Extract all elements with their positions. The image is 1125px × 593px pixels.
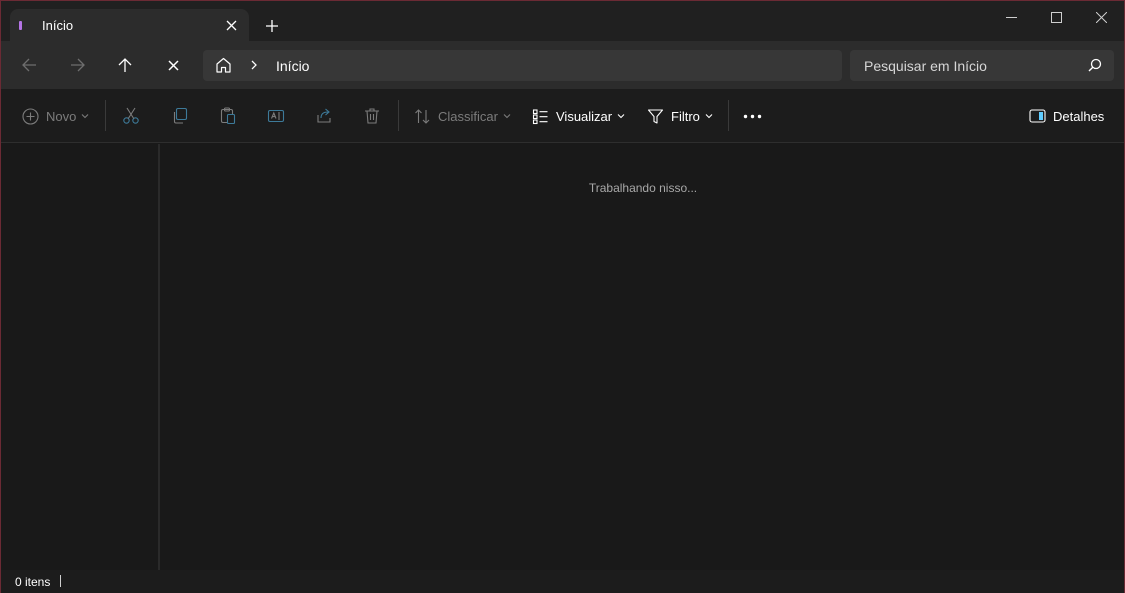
- filter-button-label: Filtro: [671, 108, 700, 124]
- sort-icon: [415, 108, 430, 124]
- loading-message: Trabalhando nisso...: [588, 181, 698, 195]
- copy-icon: [173, 107, 188, 124]
- status-divider: [60, 575, 61, 587]
- view-button-label: Visualizar: [556, 108, 613, 124]
- toolbar-divider: [398, 100, 399, 131]
- paste-icon: [220, 107, 236, 125]
- chevron-right-icon[interactable]: [250, 58, 258, 72]
- search-icon[interactable]: [1088, 58, 1102, 72]
- details-pane-button[interactable]: Detalhes: [1029, 101, 1104, 131]
- chevron-down-icon: [503, 114, 511, 119]
- minimize-icon: [1005, 16, 1017, 18]
- close-icon: [1095, 11, 1107, 23]
- title-bar: Início: [1, 1, 1124, 41]
- delete-button[interactable]: [363, 101, 381, 131]
- chevron-down-icon: [705, 114, 713, 119]
- filter-icon: [647, 108, 664, 124]
- plus-circle-icon: [22, 107, 39, 125]
- toolbar-divider: [728, 100, 729, 131]
- tab-close-button[interactable]: [219, 13, 243, 37]
- maximize-button[interactable]: [1033, 1, 1079, 33]
- navigation-pane[interactable]: [1, 144, 160, 570]
- search-box[interactable]: [850, 50, 1114, 81]
- trash-icon: [365, 108, 379, 124]
- paste-button[interactable]: [219, 101, 237, 131]
- toolbar-divider: [105, 100, 106, 131]
- minimize-button[interactable]: [988, 1, 1034, 33]
- rename-button[interactable]: [267, 101, 285, 131]
- arrow-right-icon: [70, 58, 85, 72]
- navigation-bar: Início: [1, 41, 1124, 89]
- plus-icon: [266, 20, 278, 32]
- cut-button[interactable]: [122, 101, 140, 131]
- home-icon[interactable]: [215, 57, 232, 73]
- more-icon: [743, 114, 762, 118]
- view-button[interactable]: Visualizar: [532, 101, 625, 131]
- new-button[interactable]: Novo: [22, 101, 89, 131]
- copy-button[interactable]: [171, 101, 189, 131]
- file-explorer-window: Início Início Pesquisar em Início Novo C…: [0, 0, 1125, 593]
- up-button[interactable]: [109, 49, 141, 81]
- close-window-button[interactable]: [1078, 1, 1124, 33]
- search-input[interactable]: [850, 50, 1080, 81]
- breadcrumb-inicio[interactable]: Início: [276, 58, 309, 74]
- sort-button-label: Classificar: [438, 108, 498, 124]
- filter-button[interactable]: Filtro: [647, 101, 713, 131]
- new-button-label: Novo: [46, 108, 77, 124]
- folder-home-icon: [19, 21, 22, 30]
- status-bar: 0 itens: [1, 570, 1124, 593]
- close-icon: [167, 59, 179, 71]
- tab-title: Início: [42, 18, 74, 33]
- arrow-up-icon: [118, 57, 132, 72]
- rename-icon: [267, 109, 285, 123]
- tab-inicio[interactable]: Início: [10, 9, 249, 41]
- details-pane-icon: [1029, 109, 1046, 123]
- back-button[interactable]: [13, 49, 45, 81]
- sort-button[interactable]: Classificar: [414, 101, 511, 131]
- scissors-icon: [123, 107, 139, 124]
- share-icon: [317, 108, 331, 123]
- close-icon: [226, 20, 236, 30]
- file-list-area[interactable]: Trabalhando nisso...: [162, 144, 1124, 570]
- arrow-left-icon: [21, 58, 36, 72]
- details-pane-label: Detalhes: [1053, 108, 1105, 124]
- forward-button[interactable]: [61, 49, 93, 81]
- command-bar: Novo Classificar Visualizar Filtro Detal…: [1, 89, 1124, 143]
- chevron-down-icon: [617, 114, 625, 119]
- chevron-down-icon: [81, 114, 89, 119]
- address-bar[interactable]: Início: [203, 50, 842, 81]
- more-options-button[interactable]: [743, 101, 762, 131]
- stop-loading-button[interactable]: [157, 49, 189, 81]
- maximize-icon: [1050, 11, 1062, 23]
- new-tab-button[interactable]: [259, 13, 285, 39]
- view-list-icon: [532, 108, 548, 124]
- share-button[interactable]: [315, 101, 333, 131]
- item-count: 0 itens: [15, 575, 51, 589]
